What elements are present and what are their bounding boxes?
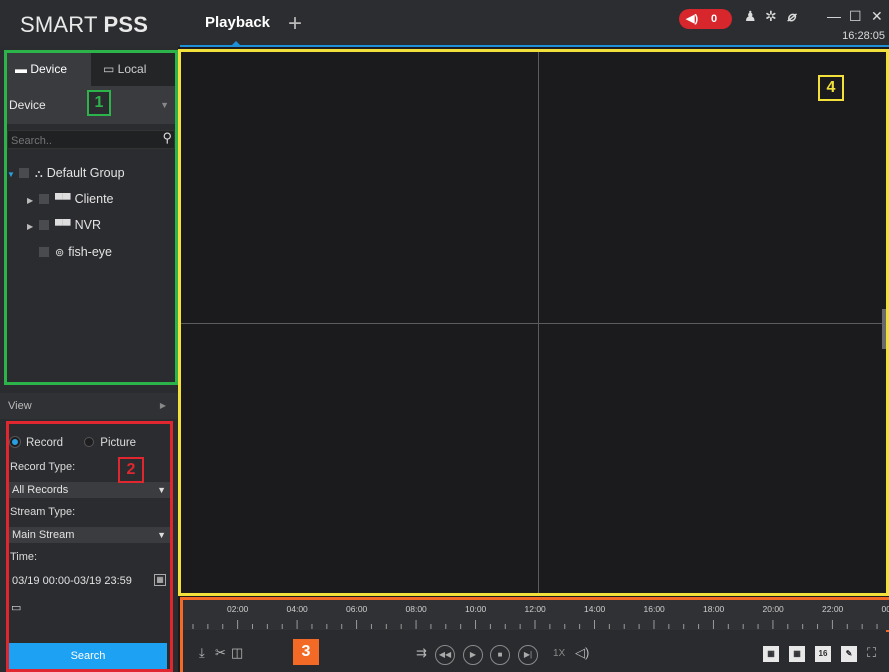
layout-16-icon[interactable]: 16 (815, 646, 831, 662)
minimize-icon[interactable]: — (827, 8, 841, 24)
tab-indicator (231, 41, 241, 46)
timeline-label: 10:00 (465, 604, 487, 614)
timeline-label: 08:00 (405, 604, 427, 614)
download-icon[interactable]: ⤓ (199, 645, 205, 661)
timeline-label: 00:00 (881, 604, 889, 614)
timeline-label: 02:00 (227, 604, 249, 614)
annotation-label-3: 3 (293, 639, 319, 665)
video-cell[interactable] (539, 324, 886, 593)
timeline-label: 22:00 (822, 604, 844, 614)
chevron-right-icon: ▶ (159, 401, 166, 410)
timeline-label: 18:00 (703, 604, 725, 614)
video-grid (178, 49, 889, 596)
volume-icon[interactable]: ◁) (575, 645, 589, 661)
stop-button[interactable]: ■ (490, 645, 510, 665)
view-section[interactable]: View ▶ (0, 393, 178, 419)
user-icon[interactable]: ♟ (744, 8, 757, 25)
timeline-label: 20:00 (762, 604, 784, 614)
rewind-button[interactable]: ◀◀ (435, 645, 455, 665)
timeline-ticks (192, 620, 878, 629)
maximize-icon[interactable]: ☐ (849, 8, 862, 25)
video-cell[interactable] (181, 324, 538, 593)
layout-9-icon[interactable]: ▦ (789, 646, 805, 662)
annotation-label-1: 1 (87, 90, 111, 116)
tab-playback[interactable]: Playback (195, 0, 280, 47)
gear-icon[interactable]: ✲ (765, 8, 777, 25)
add-tab-icon[interactable]: + (288, 10, 302, 38)
alarm-count: 0 (711, 13, 718, 25)
fullscreen-icon[interactable]: ⛶ (867, 645, 876, 661)
grid-divider (181, 323, 886, 324)
annotation-label-4: 4 (818, 75, 844, 101)
alarm-badge[interactable]: ◀) 0 (679, 9, 732, 29)
tab-underline (180, 45, 889, 47)
scroll-handle[interactable] (882, 309, 886, 349)
speaker-icon: ◀) (686, 13, 699, 25)
performance-icon[interactable]: ⌀ (787, 8, 795, 25)
app-logo: SMART PSS (20, 12, 149, 37)
layout-4-icon[interactable]: ▦ (763, 646, 779, 662)
play-button[interactable]: ▶ (463, 645, 483, 665)
close-icon[interactable]: ✕ (871, 8, 883, 25)
speed-label: 1X (553, 648, 566, 659)
timeline-label: 14:00 (584, 604, 606, 614)
next-frame-button[interactable]: ▶| (518, 645, 538, 665)
timeline-label: 16:00 (643, 604, 665, 614)
title-bar: SMART PSS Playback + ◀) 0 ♟ ✲ ⌀ — ☐ ✕ 16… (0, 0, 889, 47)
timeline-label: 12:00 (524, 604, 546, 614)
video-cell[interactable] (181, 52, 538, 323)
edit-layout-icon[interactable]: ✎ (841, 646, 857, 662)
clock: 16:28:05 (842, 30, 885, 42)
sync-icon[interactable]: ⇉ (416, 645, 427, 661)
annotation-label-2: 2 (118, 457, 144, 483)
snapshot-icon[interactable]: ◫ (231, 645, 243, 661)
timeline-label: 06:00 (346, 604, 368, 614)
scissors-icon[interactable]: ✂ (215, 645, 226, 661)
timeline-label: 04:00 (286, 604, 308, 614)
annotation-box-2 (6, 421, 173, 672)
